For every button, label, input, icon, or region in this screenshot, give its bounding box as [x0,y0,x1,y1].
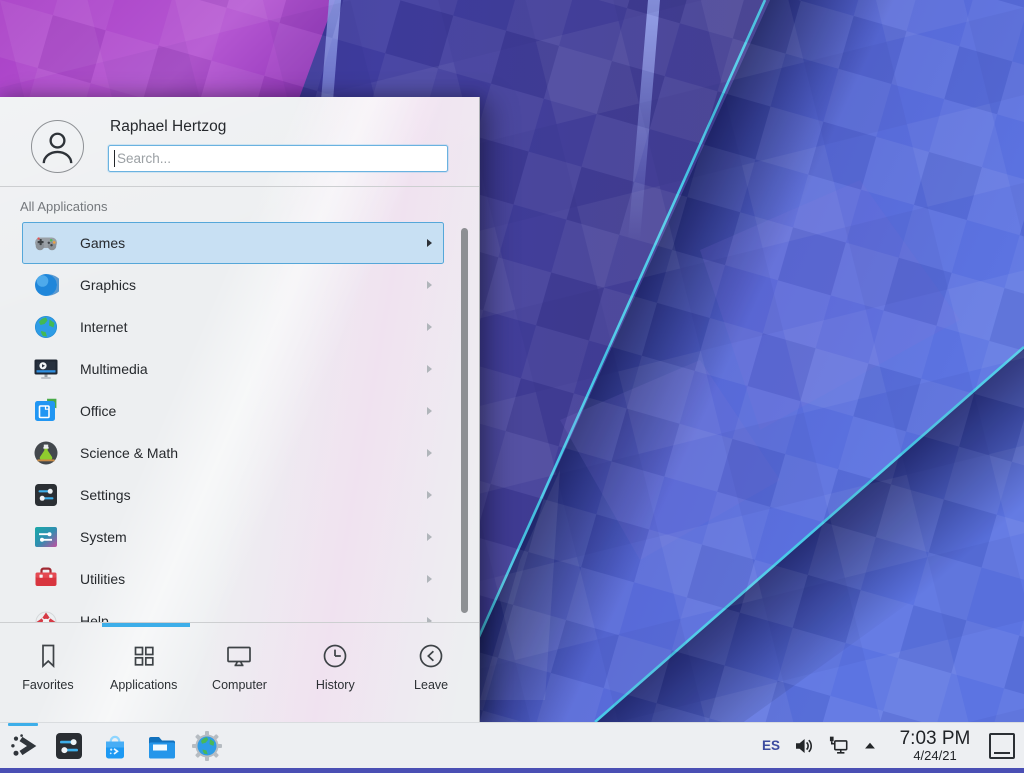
category-label: System [80,529,127,545]
folder-icon [145,730,177,762]
monitor-icon [224,641,254,671]
clock-time: 7:03 PM [891,729,979,749]
text-caret [114,150,115,167]
user-icon [32,121,83,172]
expand-tray-icon[interactable] [861,737,879,755]
discover-button[interactable] [99,730,131,762]
internet-icon [33,314,59,340]
category-row-internet[interactable]: Internet [22,306,444,348]
tab-applications[interactable]: Applications [96,628,192,722]
tab-computer[interactable]: Computer [192,628,288,722]
help-icon [33,608,59,622]
submenu-arrow-icon [427,491,432,499]
category-label: Help [80,613,109,622]
application-launcher-button[interactable] [7,730,39,762]
category-row-science[interactable]: Science & Math [22,432,444,474]
tab-favorites[interactable]: Favorites [0,628,96,722]
application-launcher-menu: Raphael Hertzog All Applications Games [0,97,480,722]
category-row-settings[interactable]: Settings [22,474,444,516]
tab-label: Leave [414,678,448,692]
submenu-arrow-icon [427,449,432,457]
grid-icon [129,641,159,671]
submenu-arrow-icon [427,575,432,583]
office-icon [33,398,59,424]
leave-icon [416,641,446,671]
category-row-games[interactable]: Games [22,222,444,264]
tab-history[interactable]: History [287,628,383,722]
list-scrollbar[interactable] [461,228,468,613]
submenu-arrow-icon [427,365,432,373]
settings-icon [33,482,59,508]
tab-label: Applications [110,678,177,692]
tabbar-separator [0,622,479,623]
category-label: Multimedia [80,361,148,377]
clock-date: 4/24/21 [891,749,979,763]
tab-label: Computer [212,678,267,692]
user-name: Raphael Hertzog [110,118,226,136]
system-settings-icon [53,730,85,762]
category-row-system[interactable]: System [22,516,444,558]
volume-icon[interactable] [793,735,815,757]
submenu-arrow-icon [427,533,432,541]
category-row-graphics[interactable]: Graphics [22,264,444,306]
active-tab-indicator [102,623,190,627]
tab-leave[interactable]: Leave [383,628,479,722]
search-input[interactable] [108,145,448,172]
category-label: Settings [80,487,131,503]
system-icon [33,524,59,550]
bookmark-icon [33,641,63,671]
system-tray: ES 7:03 PM 4/24/21 [762,729,1024,763]
category-row-office[interactable]: Office [22,390,444,432]
category-row-help[interactable]: Help [22,600,444,622]
globe-gear-icon [191,730,223,762]
graphics-icon [33,272,59,298]
web-browser-button[interactable] [191,730,223,762]
category-list: Games Graphics Internet [22,222,444,622]
user-avatar[interactable] [31,120,84,173]
utilities-icon [33,566,59,592]
submenu-arrow-icon [427,239,432,247]
file-manager-button[interactable] [145,730,177,762]
clock-icon [320,641,350,671]
digital-clock[interactable]: 7:03 PM 4/24/21 [891,729,979,763]
show-desktop-button[interactable] [989,733,1015,759]
header-separator [0,186,479,187]
submenu-arrow-icon [427,407,432,415]
launcher-tabbar: Favorites Applications Computer [0,628,479,722]
category-label: Office [80,403,116,419]
kde-launcher-icon [7,730,39,762]
multimedia-icon [33,356,59,382]
category-label: Games [80,235,125,251]
section-label: All Applications [20,199,107,214]
category-label: Utilities [80,571,125,587]
category-row-utilities[interactable]: Utilities [22,558,444,600]
submenu-arrow-icon [427,323,432,331]
network-icon[interactable] [827,735,849,757]
games-icon [33,230,59,256]
tab-label: Favorites [22,678,73,692]
category-row-multimedia[interactable]: Multimedia [22,348,444,390]
tab-label: History [316,678,355,692]
system-settings-button[interactable] [53,730,85,762]
taskbar-panel: ES 7:03 PM 4/24/21 [0,722,1024,768]
submenu-arrow-icon [427,281,432,289]
keyboard-layout-indicator[interactable]: ES [762,738,780,753]
category-label: Science & Math [80,445,178,461]
category-label: Graphics [80,277,136,293]
discover-icon [99,730,131,762]
science-icon [33,440,59,466]
category-label: Internet [80,319,127,335]
